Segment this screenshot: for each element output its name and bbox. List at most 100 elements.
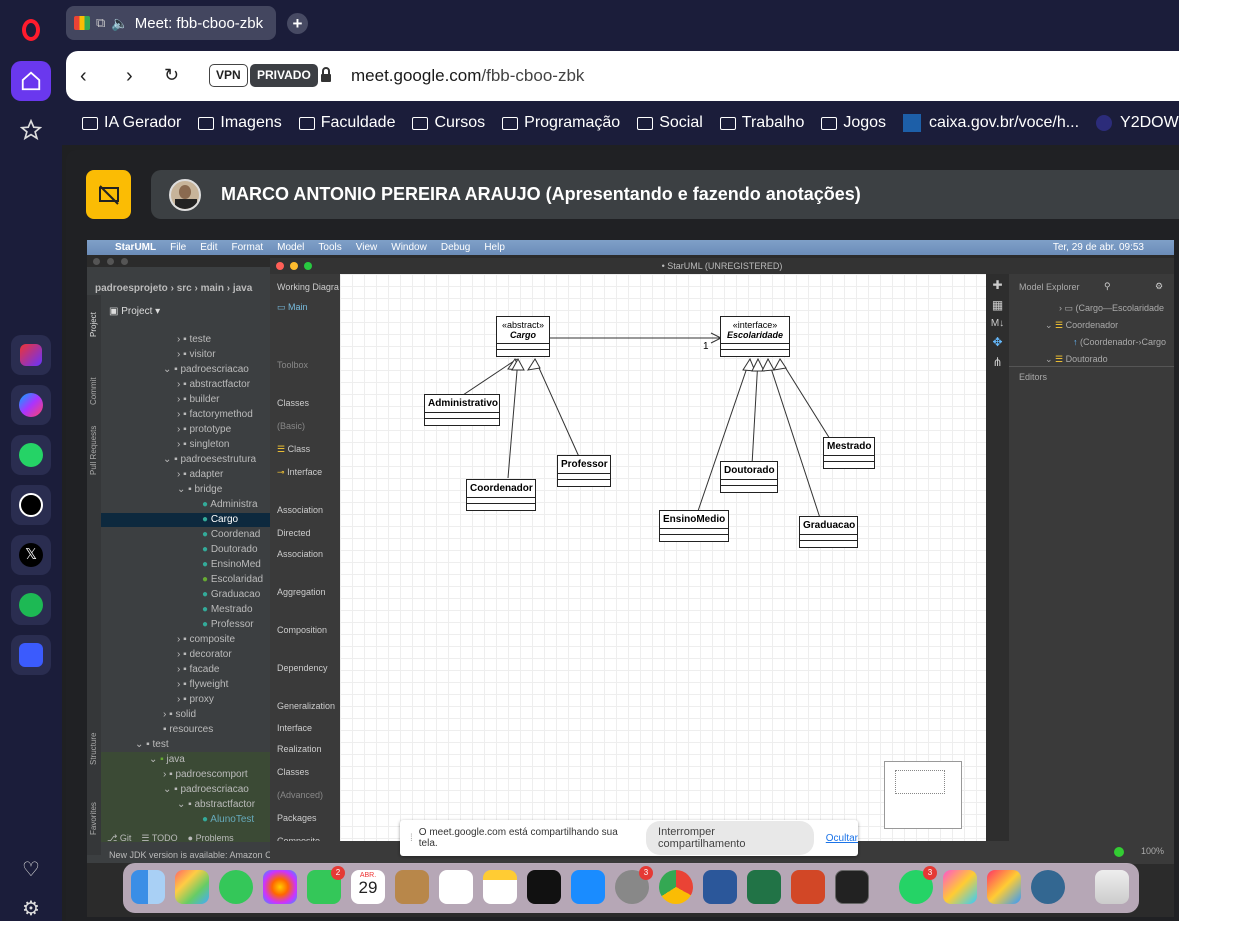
explorer-item[interactable]: ⌄ ☰ Doutorado [1045, 354, 1108, 365]
url-input[interactable]: meet.google.com/fbb-cboo-zbk [351, 66, 584, 86]
extensions-icon[interactable]: ✚ [986, 278, 1009, 292]
tree-item[interactable]: ● Doutorado [202, 544, 258, 555]
heart-icon[interactable]: ♡ [11, 849, 51, 889]
tree-item[interactable]: › ▪ prototype [177, 424, 231, 435]
powerpoint-icon[interactable] [791, 870, 825, 904]
staruml-icon[interactable] [943, 870, 977, 904]
menu-tools[interactable]: Tools [318, 242, 341, 253]
excel-icon[interactable] [747, 870, 781, 904]
reload-icon[interactable]: ↻ [164, 65, 179, 86]
bookmark-trabalho[interactable]: Trabalho [719, 114, 804, 132]
tree-item[interactable]: ⌄ ▪ bridge [177, 484, 222, 495]
side-tab-favorites[interactable]: Favorites [89, 775, 98, 835]
appstore-icon[interactable] [571, 870, 605, 904]
tree-item[interactable]: ⌄ ▪ padroescriacao [163, 364, 249, 375]
tree-item[interactable]: › ▪ composite [177, 634, 235, 645]
toolbox-section[interactable]: Classes [277, 767, 309, 777]
x-icon[interactable]: 𝕏 [11, 535, 51, 575]
search-icon[interactable]: ⚲ [1104, 281, 1111, 292]
drag-handle-icon[interactable]: ⁞ [410, 833, 413, 844]
system-settings-icon[interactable]: 3 [615, 866, 653, 904]
reminders-icon[interactable] [439, 870, 473, 904]
class-ensinomedio[interactable]: EnsinoMedio [659, 510, 729, 542]
tree-item[interactable]: ⌄ ▪ padroesestrutura [163, 454, 256, 465]
explorer-item[interactable]: › ▭ (Cargo—Escolaridade [1059, 303, 1164, 314]
tree-item[interactable]: › ▪ singleton [177, 439, 229, 450]
trash-icon[interactable] [1095, 870, 1129, 904]
terminal-icon[interactable] [835, 870, 869, 904]
new-tab-button[interactable]: + [287, 13, 308, 34]
contacts-icon[interactable] [395, 870, 429, 904]
bookmark-y2down[interactable]: Y2DOWN - You [1096, 114, 1231, 132]
menu-edit[interactable]: Edit [200, 242, 217, 253]
diagram-minimap[interactable] [884, 761, 962, 829]
messages-icon[interactable] [219, 870, 253, 904]
tool-interface-real[interactable]: Interface [277, 723, 312, 733]
bookmark-cursos[interactable]: Cursos [412, 114, 485, 132]
tree-item[interactable]: › ▪ adapter [177, 469, 223, 480]
word-icon[interactable] [703, 870, 737, 904]
class-graduacao[interactable]: Graduacao [799, 516, 858, 548]
tree-item[interactable]: › ▪ solid [163, 709, 196, 720]
tree-item[interactable]: › ▪ abstractfactor [177, 379, 250, 390]
tool-aggregation[interactable]: Aggregation [277, 587, 326, 597]
navigate-icon[interactable]: ✥ [986, 335, 1009, 349]
popout-icon[interactable]: ⧉ [96, 15, 105, 31]
lock-icon[interactable] [320, 67, 332, 88]
tree-item[interactable]: ● EnsinoMed [202, 559, 261, 570]
bookmark-caixa[interactable]: caixa.gov.br/voce/h... [903, 114, 1079, 132]
diagram-canvas[interactable]: 1 «abstract» Cargo «interface» Escolaridad… [340, 274, 986, 841]
tree-item[interactable]: › ▪ factorymethod [177, 409, 253, 420]
side-tab-commit[interactable]: Commit [89, 345, 98, 405]
tool-interface[interactable]: ⊸ Interface [277, 467, 322, 478]
spotify-icon[interactable] [11, 585, 51, 625]
finder-icon[interactable] [131, 870, 165, 904]
main-diagram-tab[interactable]: ▭ Main [277, 302, 308, 313]
menu-format[interactable]: Format [231, 242, 263, 253]
menu-model[interactable]: Model [277, 242, 304, 253]
star-icon[interactable] [11, 110, 51, 150]
whatsapp-icon[interactable] [11, 435, 51, 475]
tree-item[interactable]: ▪ resources [163, 724, 213, 735]
messenger-icon[interactable] [11, 385, 51, 425]
calendar-icon[interactable]: ABR. 29 [351, 870, 385, 904]
tree-item[interactable]: ⌄ ▪ test [135, 739, 169, 750]
tool-composition[interactable]: Composition [277, 625, 327, 635]
tool-directed-association[interactable]: Association [277, 549, 323, 559]
bookmark-social[interactable]: Social [637, 114, 703, 132]
tool-class[interactable]: ☰ Class [277, 444, 310, 455]
tab-meet[interactable]: ⧉ 🔈 Meet: fbb-cboo-zbk [66, 6, 276, 40]
tree-item[interactable]: › ▪ padroescomport [163, 769, 248, 780]
tree-item[interactable]: ⌄ ▪ abstractfactor [177, 799, 255, 810]
tree-item[interactable]: › ▪ flyweight [177, 679, 228, 690]
speaker-icon[interactable]: 🔈 [111, 15, 128, 32]
tree-item[interactable]: ● Graduacao [202, 589, 260, 600]
gear-icon[interactable]: ⚙ [1155, 281, 1163, 292]
intellij-icon[interactable] [987, 870, 1021, 904]
tab-git[interactable]: ⎇ Git [107, 833, 131, 843]
tree-item[interactable]: ● AlunoTest [202, 814, 254, 825]
menu-help[interactable]: Help [484, 242, 505, 253]
explorer-item[interactable]: ↑ (Coordenador-›Cargo [1073, 337, 1166, 347]
class-mestrado[interactable]: Mestrado [823, 437, 875, 469]
explorer-item[interactable]: ⌄ ☰ Coordenador [1045, 320, 1118, 331]
menu-app-name[interactable]: StarUML [115, 242, 156, 253]
player-icon[interactable] [11, 635, 51, 675]
tree-item[interactable]: › ▪ builder [177, 394, 219, 405]
bookmark-programacao[interactable]: Programação [502, 114, 620, 132]
tree-item[interactable]: ● Coordenad [202, 529, 260, 540]
menu-window[interactable]: Window [391, 242, 427, 253]
whatsapp-dock-icon[interactable]: 3 [899, 866, 937, 904]
class-administrativo[interactable]: Administrativo [424, 394, 500, 426]
class-cargo[interactable]: «abstract» Cargo [496, 316, 550, 357]
project-dropdown[interactable]: ▣ Project ▾ [109, 306, 160, 317]
side-tab-project[interactable]: Project [89, 277, 98, 337]
menu-file[interactable]: File [170, 242, 186, 253]
class-professor[interactable]: Professor [557, 455, 611, 487]
tree-item[interactable]: › ▪ facade [177, 664, 219, 675]
launchpad-icon[interactable] [175, 870, 209, 904]
tree-item-selected[interactable]: ● Cargo [202, 514, 238, 525]
facetime-icon[interactable]: 2 [307, 866, 345, 904]
side-tab-structure[interactable]: Structure [89, 705, 98, 765]
tool-directed[interactable]: Directed [277, 528, 311, 538]
